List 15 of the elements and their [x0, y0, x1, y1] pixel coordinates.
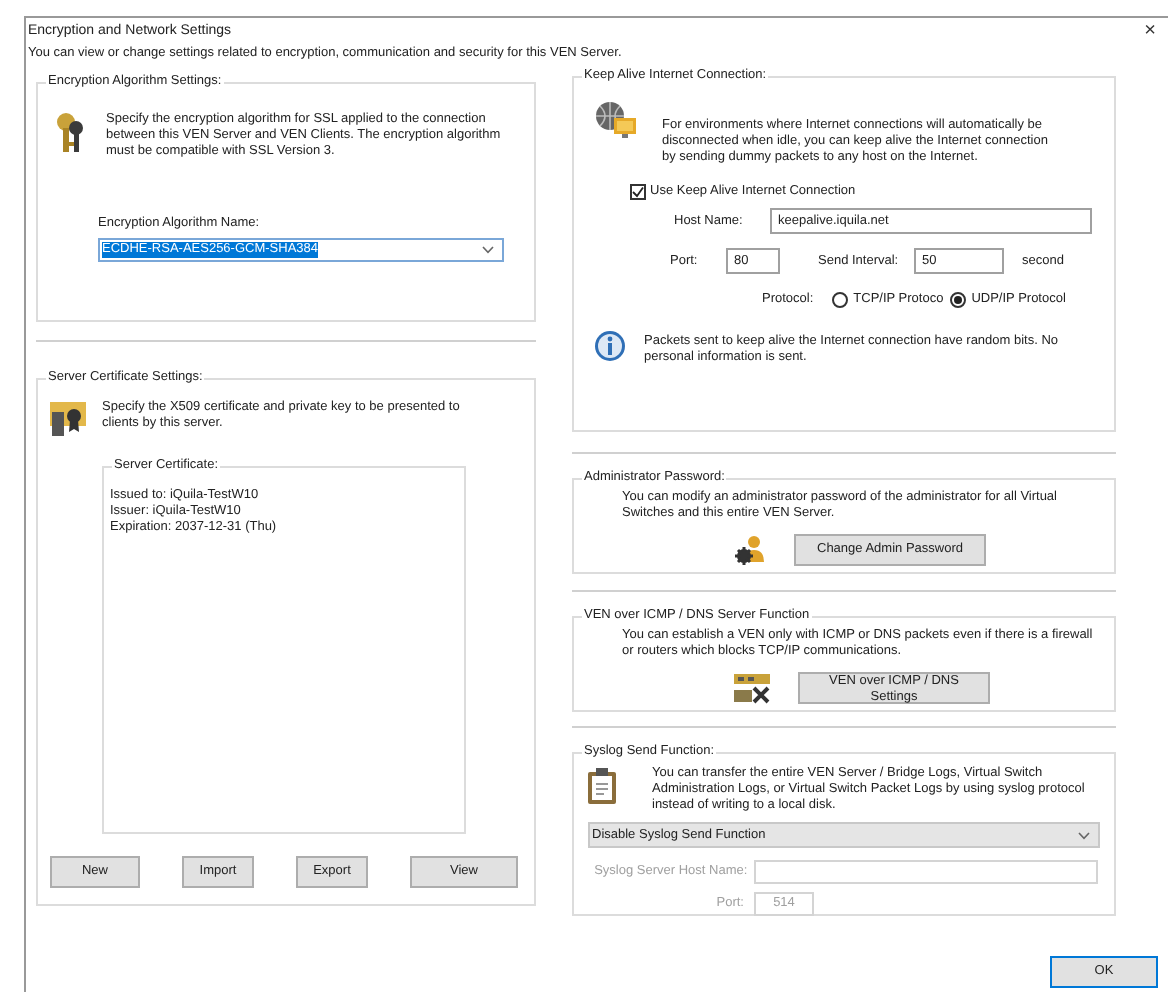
radio-button[interactable]	[949, 292, 966, 308]
gear-person-icon	[734, 534, 766, 566]
globe-monitor-icon	[594, 102, 638, 138]
check-icon	[632, 186, 644, 198]
close-button[interactable]: ×	[1144, 24, 1156, 40]
chevron-down-icon	[482, 246, 494, 254]
certificate-icon	[50, 400, 86, 436]
info-icon	[594, 330, 626, 362]
keys-icon	[54, 112, 86, 156]
checkbox[interactable]	[630, 184, 646, 200]
chevron-down-icon	[1078, 831, 1090, 839]
network-tools-icon	[734, 672, 770, 704]
radio-button[interactable]	[831, 292, 848, 308]
clipboard-icon	[588, 768, 616, 804]
host-name-field[interactable]	[753, 860, 1098, 884]
